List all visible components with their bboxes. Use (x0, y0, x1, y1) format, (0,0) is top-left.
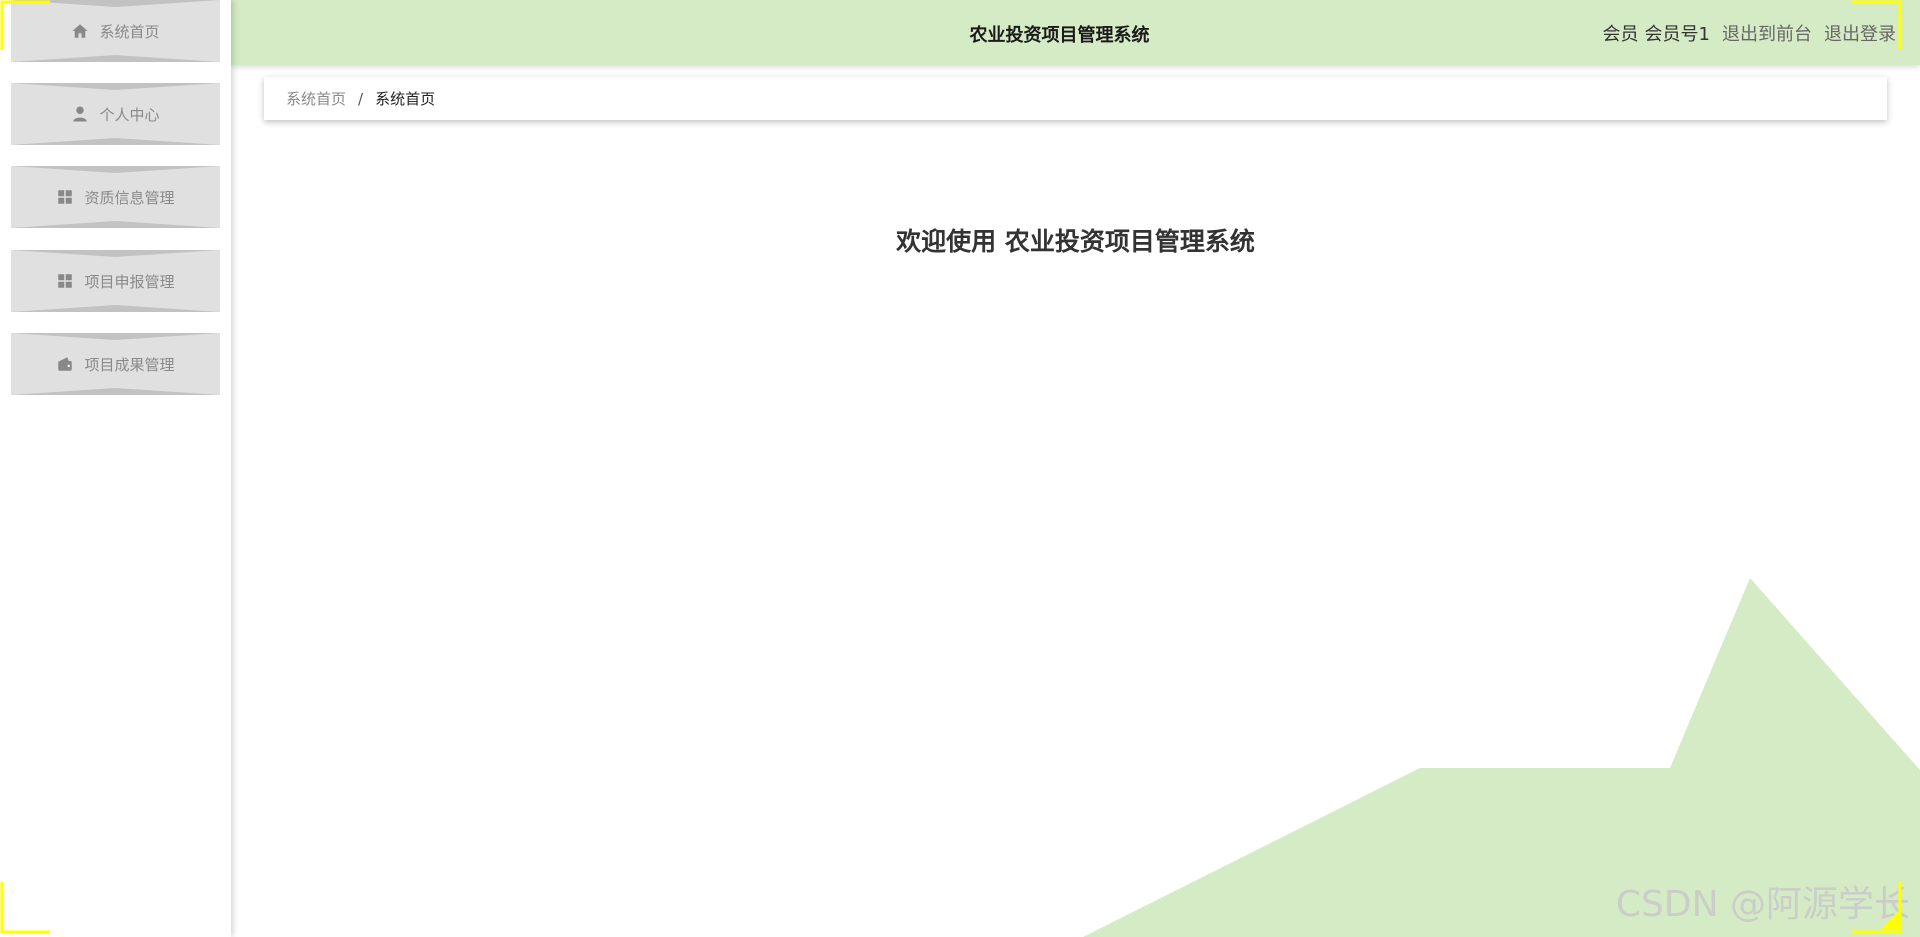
wallet-icon (58, 357, 73, 371)
sidebar: 系统首页 个人中心 资质信息管理 项目申报管理 项目成果管理 (0, 0, 231, 937)
breadcrumb-current: 系统首页 (375, 90, 436, 108)
home-icon (72, 24, 88, 38)
welcome-heading: 欢迎使用 农业投资项目管理系统 (896, 227, 1255, 256)
corner-marker-bottom-left (0, 882, 50, 934)
grid-icon (58, 274, 73, 288)
top-header: 农业投资项目管理系统 会员 会员号1 退出到前台 退出登录 (231, 0, 1920, 65)
back-to-front-link[interactable]: 退出到前台 (1722, 20, 1812, 46)
sidebar-item-label: 个人中心 (99, 105, 160, 124)
sidebar-item-label: 资质信息管理 (84, 188, 175, 207)
sidebar-item-label: 项目成果管理 (84, 355, 175, 374)
corner-marker-bottom-right (1852, 882, 1902, 934)
sidebar-item-project-results[interactable]: 项目成果管理 (11, 333, 220, 395)
grid-icon (58, 190, 73, 204)
user-role: 会员 (1602, 24, 1639, 45)
breadcrumb-home-link[interactable]: 系统首页 (286, 88, 346, 109)
sidebar-item-label: 项目申报管理 (84, 272, 175, 291)
user-icon (73, 106, 88, 122)
sidebar-item-project-application[interactable]: 项目申报管理 (11, 250, 220, 312)
background-decoration (1083, 578, 1920, 937)
sidebar-item-qualification[interactable]: 资质信息管理 (11, 166, 220, 228)
corner-marker-top-right (1852, 0, 1902, 50)
sidebar-item-label: 系统首页 (99, 22, 160, 41)
user-name: 会员号1 (1644, 24, 1710, 45)
corner-marker-top-left (0, 0, 50, 50)
breadcrumb: 系统首页 / 系统首页 (264, 77, 1887, 120)
breadcrumb-separator: / (358, 89, 364, 108)
sidebar-item-profile[interactable]: 个人中心 (11, 83, 220, 145)
